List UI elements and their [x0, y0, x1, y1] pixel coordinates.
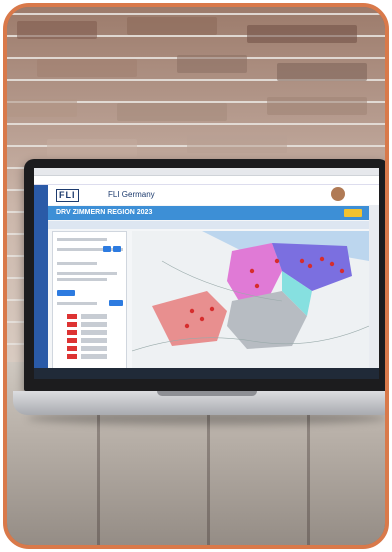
map-svg — [132, 231, 369, 369]
region-map — [132, 231, 369, 369]
right-toolbar — [369, 185, 379, 379]
laptop-trackpad-notch — [157, 391, 257, 396]
laptop-screen: FLI FLI Germany DRV ZIMMERN REGION 2023 — [34, 168, 379, 379]
app-header: FLI FLI Germany — [48, 185, 379, 205]
left-nav-rail — [34, 185, 48, 379]
app-name: FLI Germany — [108, 190, 155, 199]
window-titlebar — [34, 168, 379, 176]
fli-logo: FLI — [56, 189, 79, 202]
banner-button — [344, 209, 362, 217]
person-avatar-icon — [331, 187, 345, 201]
banner-title: DRV ZIMMERN REGION 2023 — [56, 209, 153, 216]
photo-card: FLI FLI Germany DRV ZIMMERN REGION 2023 — [3, 3, 389, 549]
tab-strip — [48, 221, 369, 229]
windows-taskbar — [34, 368, 379, 379]
browser-address-bar — [34, 176, 379, 185]
photo-frame: FLI FLI Germany DRV ZIMMERN REGION 2023 — [0, 0, 392, 552]
laptop-lid: FLI FLI Germany DRV ZIMMERN REGION 2023 — [24, 159, 385, 391]
filter-panel — [52, 231, 127, 369]
region-banner: DRV ZIMMERN REGION 2023 — [48, 206, 369, 220]
